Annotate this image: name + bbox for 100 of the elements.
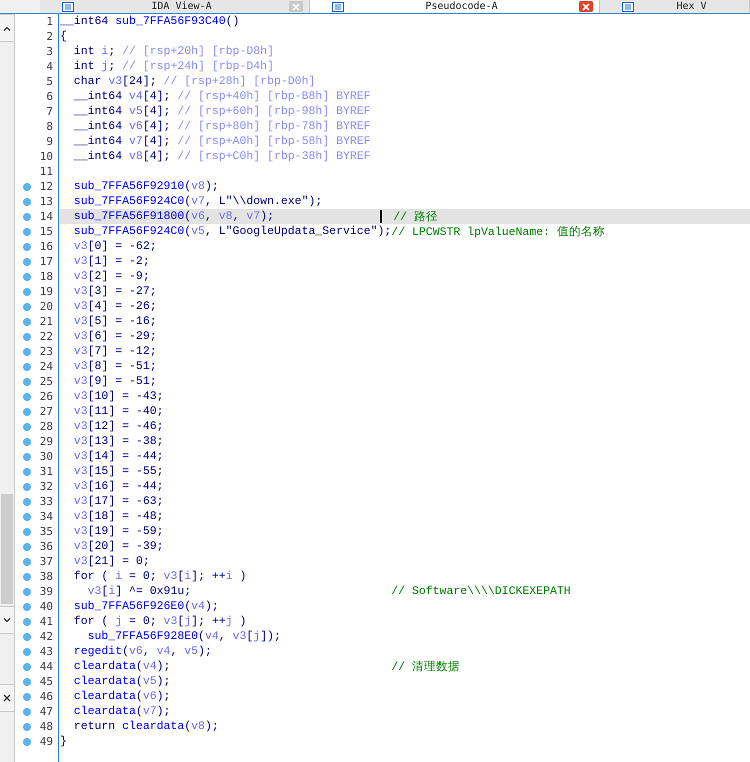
editor-tab[interactable]: Hex V (600, 0, 750, 13)
editor-tab[interactable]: Pseudocode-A (310, 0, 600, 13)
code-line: v3[4] = -26; (72, 300, 158, 313)
code-line: __int64 v5[4]; // [rsp+60h] [rbp-98h] BYREF (72, 105, 372, 118)
code-line: v3[2] = -9; (72, 270, 151, 283)
breakpoint-dot[interactable] (23, 272, 31, 280)
code-line: sub_7FFA56F91800(v6, v8, v7); (72, 210, 276, 223)
code-line: sub_7FFA56F926E0(v4); (72, 600, 220, 613)
code-comment: // 清理数据 (391, 660, 460, 674)
breakpoint-dot[interactable] (23, 212, 31, 220)
breakpoint-dot[interactable] (23, 242, 31, 250)
code-line: sub_7FFA56F924C0(v5, L"GoogleUpdata_Service"); (72, 225, 392, 238)
breakpoint-dot[interactable] (23, 692, 31, 700)
line-number: 35 (39, 525, 53, 538)
code-line: v3[11] = -40; (72, 405, 165, 418)
line-number: 21 (39, 315, 53, 328)
line-number: 26 (39, 390, 53, 403)
line-number: 19 (39, 285, 53, 298)
breakpoint-dot[interactable] (23, 482, 31, 490)
code-line: v3[9] = -51; (72, 375, 158, 388)
breakpoint-dot[interactable] (23, 182, 31, 190)
caret-down-icon (3, 618, 11, 622)
breakpoint-dot[interactable] (23, 378, 31, 386)
scrollbar-thumb[interactable] (1, 494, 13, 604)
breakpoint-dot[interactable] (23, 588, 31, 596)
scroll-down-button[interactable] (0, 606, 14, 634)
breakpoint-dot[interactable] (23, 498, 31, 506)
breakpoint-dot[interactable] (23, 362, 31, 370)
code-line: v3[3] = -27; (72, 285, 158, 298)
line-number: 4 (45, 60, 53, 73)
close-icon[interactable] (579, 1, 593, 12)
line-number: 42 (39, 630, 53, 643)
breakpoint-dot[interactable] (23, 722, 31, 730)
breakpoint-dot[interactable] (23, 318, 31, 326)
breakpoint-dot[interactable] (23, 452, 31, 460)
breakpoint-dot[interactable] (23, 632, 31, 640)
line-number: 32 (39, 480, 53, 493)
breakpoint-dot[interactable] (23, 198, 31, 206)
code-line: sub_7FFA56F924C0(v7, L"\\down.exe"); (72, 195, 324, 208)
breakpoint-dot[interactable] (23, 348, 31, 356)
breakpoint-dot[interactable] (23, 618, 31, 626)
line-number: 45 (39, 675, 53, 688)
caret-up-icon (3, 26, 11, 30)
line-number: 33 (39, 495, 53, 508)
code-line: int i; // [rsp+20h] [rbp-D8h] (72, 45, 275, 58)
breakpoint-dot[interactable] (23, 228, 31, 236)
breakpoint-dot[interactable] (23, 528, 31, 536)
breakpoint-dot[interactable] (23, 332, 31, 340)
code-line: cleardata(v5); (72, 675, 172, 688)
code-line: } (60, 735, 68, 748)
line-number: 14 (39, 210, 53, 223)
breakpoint-dot[interactable] (23, 468, 31, 476)
line-number: 10 (39, 150, 53, 163)
code-line: v3[21] = 0; (72, 555, 151, 568)
line-number: 24 (39, 360, 53, 373)
scroll-up-button[interactable] (0, 14, 14, 42)
breakpoint-dot[interactable] (23, 678, 31, 686)
breakpoint-dot[interactable] (23, 662, 31, 670)
breakpoint-dot[interactable] (23, 288, 31, 296)
code-line: v3[20] = -39; (72, 540, 165, 553)
line-number: 18 (39, 270, 53, 283)
line-number: 39 (39, 585, 53, 598)
close-icon (3, 694, 11, 702)
line-number: 40 (39, 600, 53, 613)
code-line: __int64 sub_7FFA56F93C40() (60, 15, 240, 28)
code-comment: // LPCWSTR lpValueName: 值的名称 (391, 224, 605, 239)
breakpoint-dot[interactable] (23, 302, 31, 310)
code-line: v3[5] = -16; (72, 315, 158, 328)
text-cursor (380, 210, 382, 223)
document-icon (62, 2, 74, 12)
code-line: return cleardata(v8); (72, 720, 220, 733)
breakpoint-dot[interactable] (23, 258, 31, 266)
line-number: 47 (39, 705, 53, 718)
breakpoint-dot[interactable] (23, 512, 31, 520)
close-button[interactable] (0, 684, 14, 712)
line-number: 27 (39, 405, 53, 418)
line-number: 9 (45, 135, 53, 148)
line-number: 38 (39, 570, 53, 583)
code-line: v3[16] = -44; (72, 480, 165, 493)
breakpoint-dot[interactable] (23, 408, 31, 416)
breakpoint-dot[interactable] (23, 438, 31, 446)
line-number: 34 (39, 510, 53, 523)
breakpoint-dot[interactable] (23, 708, 31, 716)
line-number: 46 (39, 690, 53, 703)
code-line: v3[15] = -55; (72, 465, 165, 478)
breakpoint-dot[interactable] (23, 738, 31, 746)
breakpoint-dot[interactable] (23, 572, 31, 580)
line-number: 25 (39, 375, 53, 388)
breakpoint-dot[interactable] (23, 542, 31, 550)
line-number: 41 (39, 615, 53, 628)
document-icon (622, 2, 634, 12)
breakpoint-dot[interactable] (23, 648, 31, 656)
code-line: v3[1] = -2; (72, 255, 151, 268)
line-number: 12 (39, 180, 53, 193)
breakpoint-dot[interactable] (23, 422, 31, 430)
breakpoint-dot[interactable] (23, 602, 31, 610)
editor-tab[interactable]: IDA View-A (40, 0, 310, 13)
breakpoint-dot[interactable] (23, 392, 31, 400)
line-number: 3 (45, 45, 53, 58)
breakpoint-dot[interactable] (23, 558, 31, 566)
